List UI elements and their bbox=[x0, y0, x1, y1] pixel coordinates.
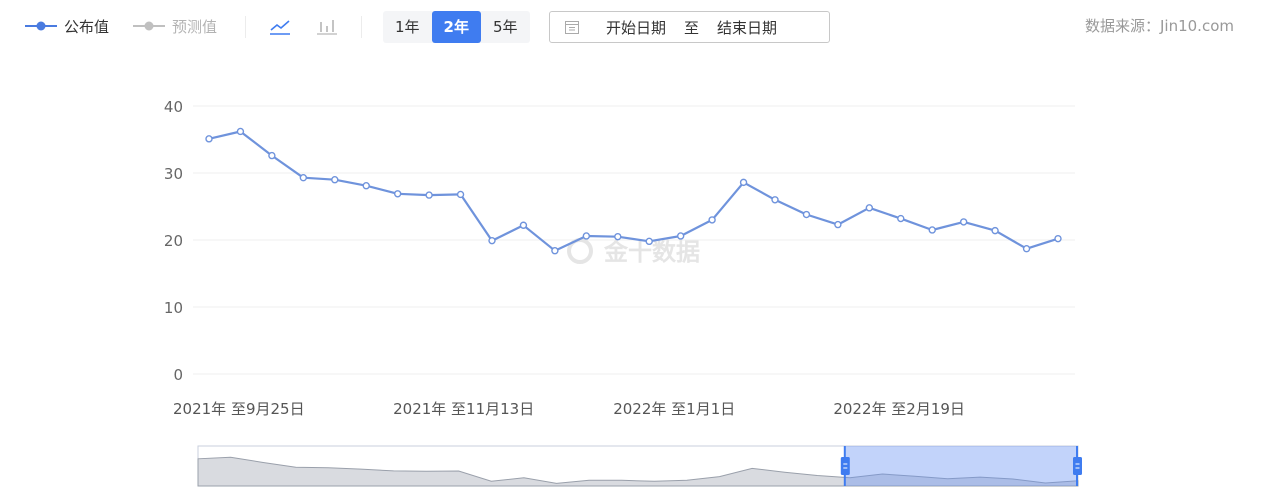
legend-published-label: 公布值 bbox=[64, 17, 110, 36]
data-point bbox=[834, 220, 842, 229]
data-source: 数据来源：Jin10.com bbox=[1085, 17, 1234, 35]
line-chart-button[interactable] bbox=[267, 13, 293, 41]
navigator-handle-left[interactable] bbox=[840, 457, 850, 475]
data-point bbox=[519, 221, 528, 229]
start-date-input[interactable]: 开始日期 bbox=[606, 17, 666, 38]
data-point bbox=[1022, 245, 1031, 253]
y-tick-label: 10 bbox=[164, 299, 183, 317]
data-point bbox=[865, 204, 874, 212]
data-point bbox=[236, 127, 245, 136]
data-point bbox=[739, 178, 748, 187]
legend-forecast[interactable]: 预测值 bbox=[132, 14, 217, 38]
data-point bbox=[959, 218, 968, 226]
published-line-icon bbox=[25, 21, 57, 31]
data-point bbox=[456, 190, 465, 199]
divider bbox=[245, 16, 246, 38]
x-tick-label: 2021年 至9月25日 bbox=[173, 400, 305, 418]
time-range-group: 1年 2年 5年 bbox=[383, 11, 530, 43]
data-point bbox=[708, 216, 716, 224]
data-point bbox=[299, 173, 308, 182]
y-tick-label: 30 bbox=[164, 165, 183, 183]
data-point bbox=[802, 210, 811, 219]
chart-area: 010203040金十数据2021年 至9月25日 2021年 至11月13日 20… bbox=[164, 98, 1082, 487]
data-point bbox=[393, 190, 402, 198]
data-point bbox=[362, 182, 370, 190]
forecast-line-icon bbox=[133, 21, 165, 31]
date-separator: 至 bbox=[684, 18, 700, 37]
line-chart-icon bbox=[270, 20, 290, 35]
data-point bbox=[676, 232, 685, 240]
date-range-picker[interactable]: 开始日期 至 结束日期 bbox=[549, 11, 830, 43]
end-date-input[interactable]: 结束日期 bbox=[717, 17, 777, 38]
bar-chart-button[interactable] bbox=[314, 13, 340, 41]
range-2y-button[interactable]: 2年 bbox=[431, 11, 481, 43]
legend-published[interactable]: 公布值 bbox=[24, 14, 109, 38]
x-tick-label: 2021年 至11月13日 bbox=[393, 400, 534, 418]
data-point bbox=[488, 236, 496, 245]
range-5y-button[interactable]: 5年 bbox=[481, 11, 530, 43]
y-tick-label: 20 bbox=[164, 232, 183, 250]
toolbar: 公布值 预测值 1年 2年 5年 开始日期 至 结束日期 数据来源：Jin10.… bbox=[0, 0, 1268, 56]
divider bbox=[361, 16, 362, 38]
y-tick-label: 0 bbox=[173, 366, 183, 384]
data-point bbox=[582, 232, 591, 240]
data-point bbox=[205, 135, 213, 143]
data-point bbox=[928, 226, 936, 234]
data-point bbox=[551, 247, 559, 255]
data-point bbox=[1054, 234, 1062, 243]
data-point bbox=[897, 214, 905, 223]
data-point bbox=[645, 237, 653, 246]
y-tick-label: 40 bbox=[164, 98, 183, 116]
navigator-handle-right[interactable] bbox=[1073, 457, 1082, 475]
x-tick-label: 2022年 至2月19日 bbox=[833, 400, 965, 418]
x-tick-label: 2022年 至1月1日 bbox=[613, 400, 735, 418]
data-point bbox=[331, 175, 339, 184]
data-point bbox=[991, 226, 999, 235]
data-point bbox=[771, 196, 779, 204]
data-point bbox=[614, 232, 622, 241]
data-point bbox=[268, 151, 276, 160]
navigator-selection bbox=[844, 446, 1078, 486]
calendar-icon bbox=[564, 19, 580, 35]
range-1y-button[interactable]: 1年 bbox=[383, 11, 432, 43]
bar-chart-icon bbox=[317, 20, 337, 35]
data-point bbox=[425, 191, 433, 199]
legend-forecast-label: 预测值 bbox=[172, 17, 218, 36]
